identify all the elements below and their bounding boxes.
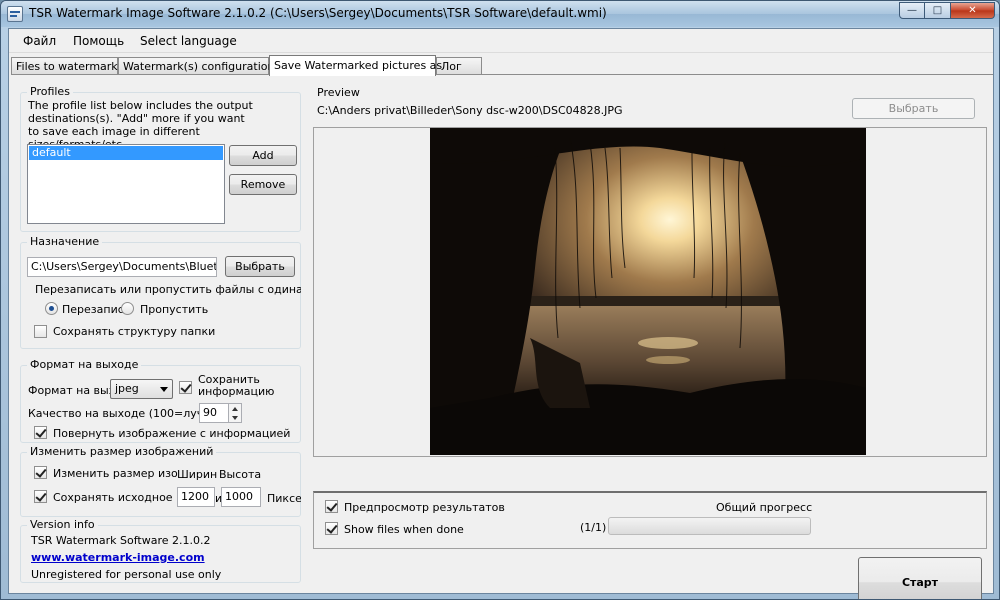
menu-bar: Файл Помощь Select language [9,29,993,53]
overwrite-radio-label: Перезапис [62,303,124,316]
profile-item-default[interactable]: default [29,146,223,160]
spin-down-icon [232,416,238,420]
preview-results-checkbox[interactable] [325,500,338,513]
tab-panel: Profiles The profile list below includes… [11,74,993,599]
minimize-button[interactable]: — [899,2,925,19]
overwrite-question: Перезаписать или пропустить файлы с один… [35,283,301,296]
menu-file[interactable]: Файл [23,34,56,48]
width-header: Ширин [177,468,218,481]
preview-title: Preview [317,86,360,99]
preview-results-label: Предпросмотр результатов [344,501,505,514]
skip-radio[interactable] [121,302,134,315]
destination-group: Назначение C:\Users\Sergey\Documents\Blu… [20,235,301,349]
remove-profile-button[interactable]: Remove [229,174,297,195]
keep-folder-structure-checkbox[interactable] [34,325,47,338]
start-button[interactable]: Старт [858,557,982,599]
keep-info-label: Сохранить информацию [198,373,275,398]
close-button[interactable]: ✕ [951,2,995,19]
menu-help[interactable]: Помощь [73,34,124,48]
profiles-list[interactable]: default [27,144,225,224]
overall-progress-bar [608,517,811,535]
tab-files-to-watermark[interactable]: Files to watermark [11,57,118,75]
tab-save-watermarked-pictures[interactable]: Save Watermarked pictures as [269,55,442,76]
profiles-title: Profiles [27,85,73,98]
show-files-checkbox[interactable] [325,522,338,535]
destination-browse-button[interactable]: Выбрать [225,256,295,277]
resize-group: Изменить размер изображений Изменить раз… [20,445,301,517]
format-select-value: jpeg [115,382,139,395]
close-icon: ✕ [968,5,977,16]
progress-counter: (1/1) [580,521,607,534]
quality-label: Качество на выходе (100=лучше [28,407,200,420]
resize-checkbox[interactable] [34,466,47,479]
title-bar[interactable]: TSR Watermark Image Software 2.1.0.2 (C:… [1,1,999,27]
destination-title: Назначение [27,235,103,248]
show-files-label: Show files when done [344,523,464,536]
skip-radio-label: Пропустить [140,303,209,316]
destination-path-field[interactable]: C:\Users\Sergey\Documents\Bluetooth [27,257,217,277]
spin-up-icon [232,407,238,411]
version-title: Version info [27,518,98,531]
maximize-icon: □ [932,5,943,16]
keep-ratio-label: Сохранять исходное ра [53,491,179,504]
format-select[interactable]: jpeg [110,379,173,399]
resize-width-field[interactable]: 1200 [177,487,215,507]
keep-folder-structure-label: Сохранять структуру папки [53,325,216,338]
output-format-group: Формат на выходе Формат на выхо jpeg Сох… [20,358,301,443]
keep-info-checkbox[interactable] [179,381,192,394]
chevron-down-icon [160,387,168,392]
quality-field[interactable]: 90 [199,403,229,423]
tab-log[interactable]: Лог [436,57,482,75]
preview-path: C:\Anders privat\Billeder\Sony dsc-w200\… [317,104,623,117]
version-text: TSR Watermark Software 2.1.0.2 [31,534,211,547]
client-area: Файл Помощь Select language Files to wat… [8,28,994,599]
preview-image [430,128,866,455]
keep-ratio-checkbox[interactable] [34,490,47,503]
app-window: TSR Watermark Image Software 2.1.0.2 (C:… [0,0,1000,600]
version-group: Version info TSR Watermark Software 2.1.… [20,518,301,583]
status-box: Предпросмотр результатов Show files when… [313,491,987,549]
overwrite-radio[interactable] [45,302,58,315]
quality-spinner[interactable] [228,403,242,423]
rotate-image-checkbox[interactable] [34,426,47,439]
preview-area [313,127,987,457]
resize-title: Изменить размер изображений [27,445,217,458]
maximize-button[interactable]: □ [925,2,951,19]
tab-watermark-configuration[interactable]: Watermark(s) configuration [118,57,274,75]
app-icon[interactable] [7,6,23,22]
website-link[interactable]: www.watermark-image.com [31,551,205,564]
profiles-group: Profiles The profile list below includes… [20,85,301,232]
resize-height-field[interactable]: 1000 [221,487,261,507]
resize-unit-label: Пиксел [267,492,301,505]
license-text: Unregistered for personal use only [31,568,222,581]
output-format-title: Формат на выходе [27,358,142,371]
height-header: Высота [219,468,262,481]
preview-browse-button[interactable]: Выбрать [852,98,975,119]
add-profile-button[interactable]: Add [229,145,297,166]
window-title: TSR Watermark Image Software 2.1.0.2 (C:… [29,6,607,20]
minimize-icon: — [907,5,917,16]
menu-select-language[interactable]: Select language [140,34,237,48]
resize-label: Изменить размер изоб [53,467,178,480]
rotate-image-label: Повернуть изображение с информацией [53,427,291,440]
overall-progress-label: Общий прогресс [716,501,813,514]
format-label: Формат на выхо [28,384,112,397]
